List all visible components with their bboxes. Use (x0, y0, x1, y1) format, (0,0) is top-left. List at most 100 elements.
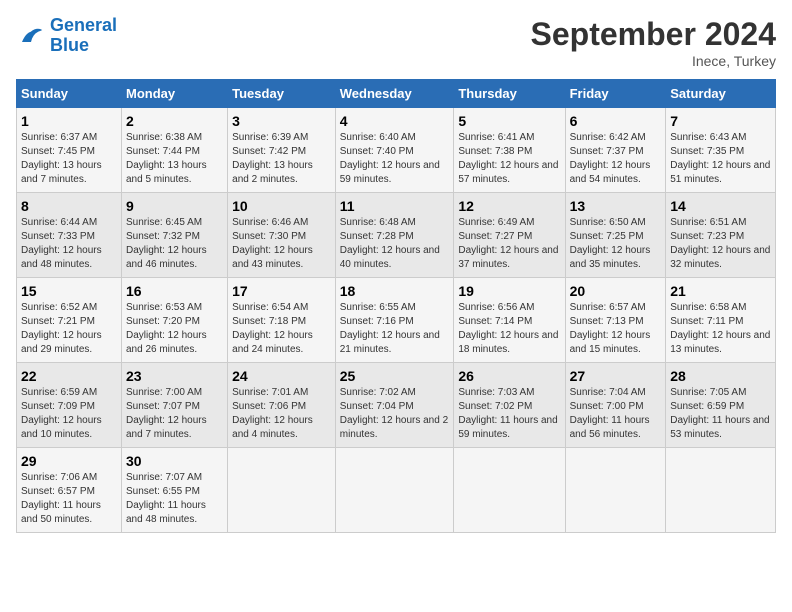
day-number: 1 (21, 113, 117, 129)
day-number: 8 (21, 198, 117, 214)
calendar-table: SundayMondayTuesdayWednesdayThursdayFrid… (16, 79, 776, 533)
day-info: Sunrise: 6:52 AM Sunset: 7:21 PM Dayligh… (21, 301, 117, 357)
day-number: 2 (126, 113, 223, 129)
day-cell: 30 Sunrise: 7:07 AM Sunset: 6:55 PM Dayl… (121, 448, 227, 533)
day-info: Sunrise: 7:02 AM Sunset: 7:04 PM Dayligh… (340, 386, 450, 442)
day-number: 27 (570, 368, 662, 384)
day-info: Sunrise: 6:56 AM Sunset: 7:14 PM Dayligh… (458, 301, 560, 357)
day-number: 29 (21, 453, 117, 469)
day-info: Sunrise: 7:03 AM Sunset: 7:02 PM Dayligh… (458, 386, 560, 442)
day-number: 22 (21, 368, 117, 384)
logo-line2: Blue (50, 35, 89, 55)
day-number: 24 (232, 368, 331, 384)
day-cell: 11 Sunrise: 6:48 AM Sunset: 7:28 PM Dayl… (335, 193, 454, 278)
day-cell: 3 Sunrise: 6:39 AM Sunset: 7:42 PM Dayli… (228, 108, 336, 193)
day-info: Sunrise: 6:38 AM Sunset: 7:44 PM Dayligh… (126, 131, 223, 187)
day-cell: 13 Sunrise: 6:50 AM Sunset: 7:25 PM Dayl… (565, 193, 666, 278)
day-number: 30 (126, 453, 223, 469)
day-number: 17 (232, 283, 331, 299)
week-row-1: 1 Sunrise: 6:37 AM Sunset: 7:45 PM Dayli… (17, 108, 776, 193)
day-number: 18 (340, 283, 450, 299)
day-number: 9 (126, 198, 223, 214)
day-info: Sunrise: 6:50 AM Sunset: 7:25 PM Dayligh… (570, 216, 662, 272)
day-info: Sunrise: 6:45 AM Sunset: 7:32 PM Dayligh… (126, 216, 223, 272)
day-number: 13 (570, 198, 662, 214)
day-info: Sunrise: 7:04 AM Sunset: 7:00 PM Dayligh… (570, 386, 662, 442)
day-cell (454, 448, 565, 533)
logo-icon (16, 21, 46, 51)
day-info: Sunrise: 6:57 AM Sunset: 7:13 PM Dayligh… (570, 301, 662, 357)
day-cell (228, 448, 336, 533)
day-number: 28 (670, 368, 771, 384)
day-cell: 6 Sunrise: 6:42 AM Sunset: 7:37 PM Dayli… (565, 108, 666, 193)
day-cell: 5 Sunrise: 6:41 AM Sunset: 7:38 PM Dayli… (454, 108, 565, 193)
day-number: 19 (458, 283, 560, 299)
day-info: Sunrise: 6:41 AM Sunset: 7:38 PM Dayligh… (458, 131, 560, 187)
day-cell: 2 Sunrise: 6:38 AM Sunset: 7:44 PM Dayli… (121, 108, 227, 193)
day-cell: 9 Sunrise: 6:45 AM Sunset: 7:32 PM Dayli… (121, 193, 227, 278)
day-info: Sunrise: 6:49 AM Sunset: 7:27 PM Dayligh… (458, 216, 560, 272)
day-cell: 14 Sunrise: 6:51 AM Sunset: 7:23 PM Dayl… (666, 193, 776, 278)
title-area: September 2024 Inece, Turkey (531, 16, 776, 69)
day-info: Sunrise: 6:39 AM Sunset: 7:42 PM Dayligh… (232, 131, 331, 187)
day-number: 15 (21, 283, 117, 299)
day-cell: 7 Sunrise: 6:43 AM Sunset: 7:35 PM Dayli… (666, 108, 776, 193)
calendar-header-row: SundayMondayTuesdayWednesdayThursdayFrid… (17, 80, 776, 108)
col-header-wednesday: Wednesday (335, 80, 454, 108)
day-info: Sunrise: 7:05 AM Sunset: 6:59 PM Dayligh… (670, 386, 771, 442)
day-number: 3 (232, 113, 331, 129)
day-number: 16 (126, 283, 223, 299)
day-number: 20 (570, 283, 662, 299)
day-cell: 15 Sunrise: 6:52 AM Sunset: 7:21 PM Dayl… (17, 278, 122, 363)
week-row-4: 22 Sunrise: 6:59 AM Sunset: 7:09 PM Dayl… (17, 363, 776, 448)
day-cell (335, 448, 454, 533)
day-cell: 26 Sunrise: 7:03 AM Sunset: 7:02 PM Dayl… (454, 363, 565, 448)
day-info: Sunrise: 6:59 AM Sunset: 7:09 PM Dayligh… (21, 386, 117, 442)
day-info: Sunrise: 6:43 AM Sunset: 7:35 PM Dayligh… (670, 131, 771, 187)
week-row-3: 15 Sunrise: 6:52 AM Sunset: 7:21 PM Dayl… (17, 278, 776, 363)
day-number: 11 (340, 198, 450, 214)
col-header-friday: Friday (565, 80, 666, 108)
day-cell: 18 Sunrise: 6:55 AM Sunset: 7:16 PM Dayl… (335, 278, 454, 363)
col-header-saturday: Saturday (666, 80, 776, 108)
day-info: Sunrise: 7:06 AM Sunset: 6:57 PM Dayligh… (21, 471, 117, 527)
day-cell: 10 Sunrise: 6:46 AM Sunset: 7:30 PM Dayl… (228, 193, 336, 278)
day-info: Sunrise: 6:53 AM Sunset: 7:20 PM Dayligh… (126, 301, 223, 357)
day-number: 21 (670, 283, 771, 299)
day-number: 26 (458, 368, 560, 384)
day-info: Sunrise: 6:48 AM Sunset: 7:28 PM Dayligh… (340, 216, 450, 272)
day-cell (565, 448, 666, 533)
day-info: Sunrise: 6:51 AM Sunset: 7:23 PM Dayligh… (670, 216, 771, 272)
col-header-monday: Monday (121, 80, 227, 108)
day-cell: 20 Sunrise: 6:57 AM Sunset: 7:13 PM Dayl… (565, 278, 666, 363)
day-cell: 22 Sunrise: 6:59 AM Sunset: 7:09 PM Dayl… (17, 363, 122, 448)
col-header-tuesday: Tuesday (228, 80, 336, 108)
day-info: Sunrise: 6:44 AM Sunset: 7:33 PM Dayligh… (21, 216, 117, 272)
month-title: September 2024 (531, 16, 776, 53)
logo-line1: General (50, 15, 117, 35)
day-cell: 24 Sunrise: 7:01 AM Sunset: 7:06 PM Dayl… (228, 363, 336, 448)
week-row-2: 8 Sunrise: 6:44 AM Sunset: 7:33 PM Dayli… (17, 193, 776, 278)
day-cell: 25 Sunrise: 7:02 AM Sunset: 7:04 PM Dayl… (335, 363, 454, 448)
day-cell: 27 Sunrise: 7:04 AM Sunset: 7:00 PM Dayl… (565, 363, 666, 448)
day-number: 6 (570, 113, 662, 129)
day-number: 7 (670, 113, 771, 129)
day-cell: 28 Sunrise: 7:05 AM Sunset: 6:59 PM Dayl… (666, 363, 776, 448)
day-number: 10 (232, 198, 331, 214)
day-info: Sunrise: 7:07 AM Sunset: 6:55 PM Dayligh… (126, 471, 223, 527)
col-header-sunday: Sunday (17, 80, 122, 108)
logo: General Blue (16, 16, 117, 56)
day-cell: 21 Sunrise: 6:58 AM Sunset: 7:11 PM Dayl… (666, 278, 776, 363)
day-number: 25 (340, 368, 450, 384)
day-number: 12 (458, 198, 560, 214)
day-info: Sunrise: 6:37 AM Sunset: 7:45 PM Dayligh… (21, 131, 117, 187)
day-number: 4 (340, 113, 450, 129)
day-cell: 23 Sunrise: 7:00 AM Sunset: 7:07 PM Dayl… (121, 363, 227, 448)
logo-text-block: General Blue (50, 16, 117, 56)
day-cell: 29 Sunrise: 7:06 AM Sunset: 6:57 PM Dayl… (17, 448, 122, 533)
day-info: Sunrise: 6:40 AM Sunset: 7:40 PM Dayligh… (340, 131, 450, 187)
day-info: Sunrise: 6:58 AM Sunset: 7:11 PM Dayligh… (670, 301, 771, 357)
page-header: General Blue September 2024 Inece, Turke… (16, 16, 776, 69)
day-cell: 8 Sunrise: 6:44 AM Sunset: 7:33 PM Dayli… (17, 193, 122, 278)
day-cell (666, 448, 776, 533)
